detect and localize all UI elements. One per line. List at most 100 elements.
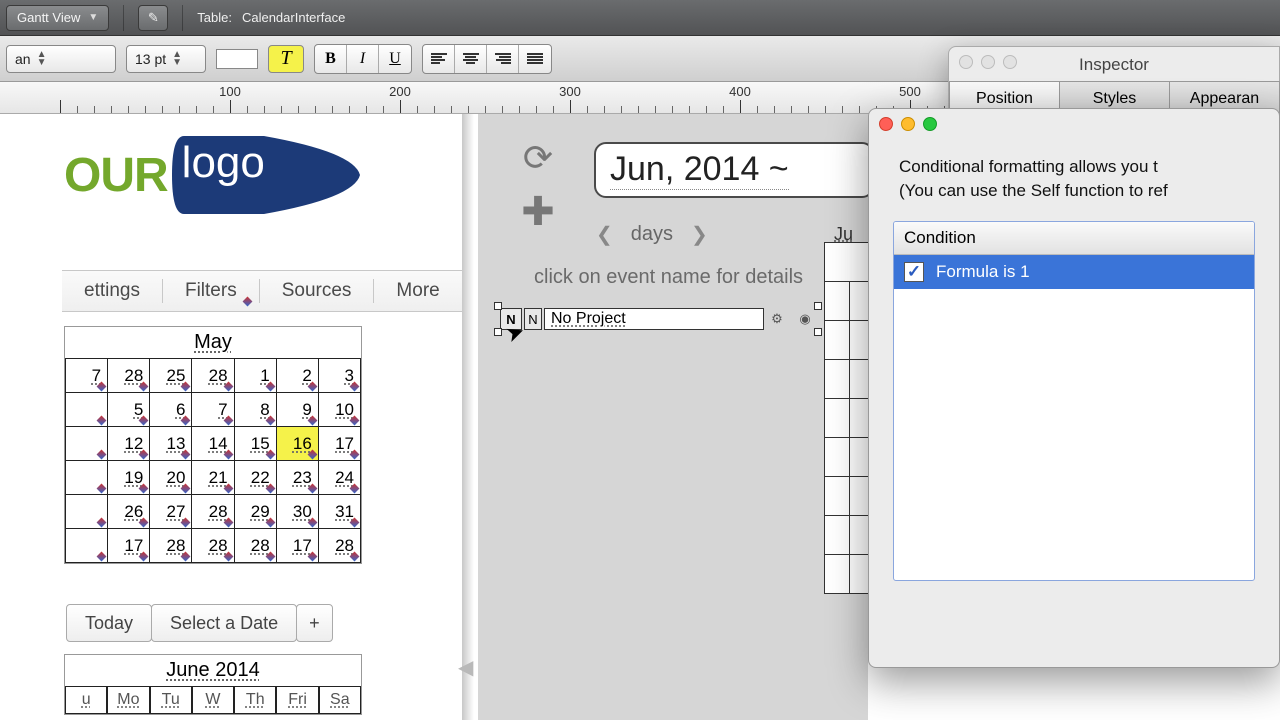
- calendar-day[interactable]: 28: [318, 529, 360, 563]
- calendar-day[interactable]: 5: [108, 393, 150, 427]
- month-display-field[interactable]: Jun, 2014 ~: [594, 142, 874, 198]
- calendar-day[interactable]: 12: [108, 427, 150, 461]
- calendar-day[interactable]: 21: [192, 461, 234, 495]
- calendar-day[interactable]: 27: [150, 495, 192, 529]
- event-mark: N: [500, 308, 522, 330]
- edit-layout-button[interactable]: ✎: [138, 5, 168, 31]
- font-size-label: 13 pt: [135, 51, 166, 67]
- zoom-icon[interactable]: [923, 117, 937, 131]
- conditional-formatting-window[interactable]: Conditional formatting allows you t (You…: [868, 108, 1280, 668]
- selection-handle[interactable]: [494, 302, 502, 310]
- align-justify-button[interactable]: [519, 45, 551, 73]
- calendar-day[interactable]: 16: [276, 427, 318, 461]
- close-icon[interactable]: [879, 117, 893, 131]
- calendar-day[interactable]: 28: [192, 529, 234, 563]
- font-family-select[interactable]: an ▲▼: [6, 45, 116, 73]
- calendar-day[interactable]: 10: [318, 393, 360, 427]
- calendar-day[interactable]: 31: [318, 495, 360, 529]
- align-left-button[interactable]: [423, 45, 455, 73]
- condition-listbox[interactable]: Condition ✓ Formula is 1: [893, 221, 1255, 581]
- italic-button[interactable]: I: [347, 45, 379, 73]
- calendar-day[interactable]: 14: [192, 427, 234, 461]
- weekday-label: Fri: [276, 686, 318, 714]
- calendar-day[interactable]: 24: [318, 461, 360, 495]
- selection-handle[interactable]: [814, 302, 822, 310]
- popover-indicator-icon: [242, 297, 252, 307]
- expand-left-icon[interactable]: ◀: [458, 655, 473, 680]
- weekday-label: Th: [234, 686, 276, 714]
- highlight-swatch[interactable]: T: [268, 45, 304, 73]
- align-right-button[interactable]: [487, 45, 519, 73]
- app-toolbar: Gantt View ▼ ✎ Table: CalendarInterface: [0, 0, 1280, 36]
- calendar-day[interactable]: 29: [234, 495, 276, 529]
- calendar-day[interactable]: [66, 495, 108, 529]
- refresh-icon[interactable]: ⟳: [516, 136, 560, 180]
- calendar-day[interactable]: 28: [234, 529, 276, 563]
- tab-more[interactable]: More: [374, 271, 461, 311]
- calendar-day[interactable]: 23: [276, 461, 318, 495]
- calendar-day[interactable]: 25: [150, 359, 192, 393]
- selection-handle[interactable]: [494, 328, 502, 336]
- condition-row[interactable]: ✓ Formula is 1: [894, 255, 1254, 289]
- calendar-day[interactable]: 9: [276, 393, 318, 427]
- inspector-window[interactable]: Inspector Position Styles Appearan: [948, 46, 1280, 117]
- calendar-day[interactable]: [66, 427, 108, 461]
- view-selector[interactable]: Gantt View ▼: [6, 5, 109, 31]
- table-name: CalendarInterface: [242, 10, 345, 25]
- event-name-field[interactable]: No Project: [544, 308, 764, 330]
- gantt-cell: [824, 242, 874, 282]
- calendar-day[interactable]: [66, 529, 108, 563]
- tab-label: Sources: [282, 280, 352, 302]
- add-date-button[interactable]: +: [296, 604, 333, 642]
- calendar-day[interactable]: 17: [108, 529, 150, 563]
- gear-icon[interactable]: ⚙: [766, 308, 788, 330]
- calendar-day[interactable]: 20: [150, 461, 192, 495]
- calendar-day[interactable]: 17: [276, 529, 318, 563]
- font-size-select[interactable]: 13 pt ▲▼: [126, 45, 206, 73]
- tab-sources[interactable]: Sources: [260, 271, 374, 311]
- next-arrow-icon[interactable]: ❯: [691, 222, 708, 247]
- select-date-button[interactable]: Select a Date: [151, 604, 297, 642]
- prev-arrow-icon[interactable]: ❮: [596, 222, 613, 247]
- calendar-day[interactable]: 15: [234, 427, 276, 461]
- today-button[interactable]: Today: [66, 604, 152, 642]
- calendar-day[interactable]: 28: [192, 359, 234, 393]
- calendar-day[interactable]: 1: [234, 359, 276, 393]
- visibility-icon[interactable]: ◉: [794, 308, 816, 330]
- calendar-day[interactable]: 30: [276, 495, 318, 529]
- add-event-icon[interactable]: ✚: [516, 190, 560, 234]
- selection-handle[interactable]: [814, 328, 822, 336]
- calendar-day[interactable]: 19: [108, 461, 150, 495]
- calendar-button-row: Today Select a Date +: [66, 604, 332, 642]
- mini-calendar-june: June 2014 uMoTuWThFriSa: [64, 654, 362, 715]
- calendar-day[interactable]: 7: [192, 393, 234, 427]
- desc-line: Conditional formatting allows you t: [899, 157, 1158, 176]
- underline-button[interactable]: U: [379, 45, 411, 73]
- minimize-icon[interactable]: [901, 117, 915, 131]
- logo-right-text: logo: [182, 138, 265, 188]
- calendar-day[interactable]: [66, 393, 108, 427]
- calendar-day[interactable]: 3: [318, 359, 360, 393]
- calendar-day[interactable]: 7: [66, 359, 108, 393]
- calendar-day[interactable]: 28: [108, 359, 150, 393]
- weekday-label: W: [192, 686, 234, 714]
- event-portal-row[interactable]: N N No Project ⚙ ◉: [500, 308, 816, 330]
- text-color-swatch[interactable]: [216, 49, 258, 69]
- calendar-day[interactable]: 8: [234, 393, 276, 427]
- calendar-day[interactable]: 22: [234, 461, 276, 495]
- tab-filters[interactable]: Filters: [163, 271, 259, 311]
- calendar-day[interactable]: 13: [150, 427, 192, 461]
- calendar-day[interactable]: 2: [276, 359, 318, 393]
- popover-indicator-icon: [350, 382, 360, 392]
- calendar-day[interactable]: 26: [108, 495, 150, 529]
- popover-indicator-icon: [223, 552, 233, 562]
- align-center-button[interactable]: [455, 45, 487, 73]
- calendar-day[interactable]: 6: [150, 393, 192, 427]
- calendar-day[interactable]: [66, 461, 108, 495]
- calendar-day[interactable]: 28: [192, 495, 234, 529]
- checkbox-icon[interactable]: ✓: [904, 262, 924, 282]
- bold-button[interactable]: B: [315, 45, 347, 73]
- tab-settings[interactable]: ettings: [62, 271, 162, 311]
- calendar-day[interactable]: 17: [318, 427, 360, 461]
- calendar-day[interactable]: 28: [150, 529, 192, 563]
